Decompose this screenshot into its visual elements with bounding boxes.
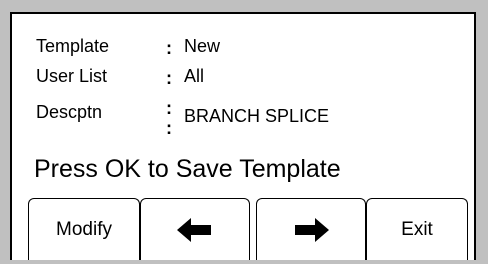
template-value: New bbox=[184, 36, 221, 56]
user-list-value: All bbox=[184, 66, 205, 86]
user-list-label: User List bbox=[36, 66, 108, 86]
description-value: BRANCH SPLICE bbox=[184, 106, 330, 126]
description-label: Descptn bbox=[36, 102, 103, 122]
status-message: Press OK to Save Template bbox=[34, 155, 341, 183]
template-label: Template bbox=[36, 36, 110, 56]
right-arrow-button[interactable] bbox=[256, 198, 366, 260]
left-arrow-button[interactable] bbox=[140, 198, 250, 260]
softkey-bar: Modify Exit bbox=[10, 184, 472, 260]
exit-button-label: Exit bbox=[401, 218, 433, 240]
description-colon: : bbox=[166, 98, 172, 118]
template-colon: : bbox=[166, 38, 172, 58]
modify-button-label: Modify bbox=[56, 218, 112, 240]
arrow-left-icon bbox=[177, 217, 211, 242]
description-continuation-colon: : bbox=[166, 118, 172, 138]
modify-button[interactable]: Modify bbox=[28, 198, 140, 260]
arrow-right-icon bbox=[295, 217, 329, 242]
user-list-colon: : bbox=[166, 68, 172, 88]
exit-button[interactable]: Exit bbox=[366, 198, 468, 260]
